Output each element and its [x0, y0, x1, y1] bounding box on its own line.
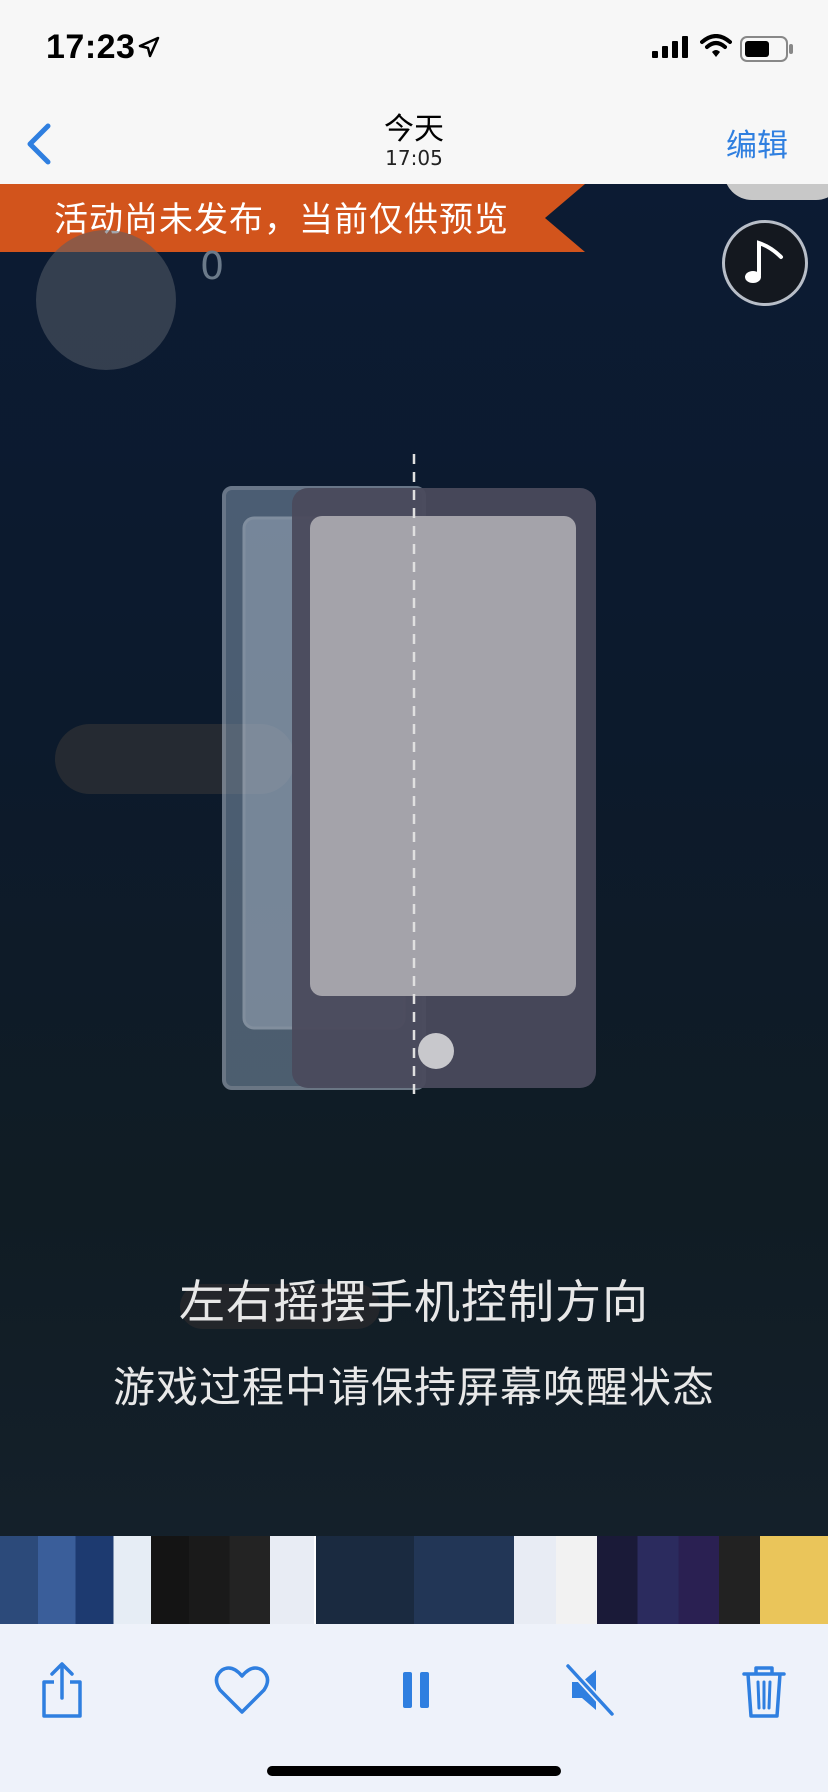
home-indicator[interactable] [267, 1766, 561, 1776]
wifi-icon [700, 34, 732, 57]
share-icon[interactable] [32, 1660, 92, 1720]
video-filmstrip-scrubber[interactable] [0, 1536, 828, 1624]
nav-subtitle: 17:05 [385, 146, 443, 170]
tilt-phone-illustration [222, 454, 596, 1094]
sound-toggle-partial[interactable] [724, 184, 828, 200]
filmstrip-thumbnail [556, 1536, 828, 1624]
instruction-primary: 左右摇摆手机控制方向 [179, 1275, 649, 1329]
instruction-secondary: 游戏过程中请保持屏幕唤醒状态 [112, 1363, 715, 1412]
music-toggle-button[interactable] [722, 220, 808, 306]
filmstrip-thumbnail [414, 1536, 514, 1624]
status-time: 17:23 [46, 28, 136, 66]
location-arrow-icon [138, 36, 160, 58]
player-avatar [36, 230, 176, 370]
trash-icon[interactable] [734, 1660, 794, 1720]
game-preview[interactable]: 活动尚未发布，当前仅供预览 0 左右摇摆手机控制方向 游戏过程中请保持屏幕唤醒状… [0, 184, 828, 1536]
edit-button[interactable]: 编辑 [726, 120, 788, 165]
music-note-icon [745, 240, 783, 283]
filmstrip-thumbnail [0, 1536, 270, 1624]
pause-icon[interactable] [386, 1660, 446, 1720]
mute-icon[interactable] [560, 1660, 620, 1720]
battery-icon [740, 36, 793, 62]
navigation-bar: 今天 17:05 编辑 [0, 96, 828, 184]
score-digit: 0 [200, 244, 225, 288]
nav-title: 今天 [384, 112, 444, 147]
heart-icon[interactable] [212, 1660, 272, 1720]
filmstrip-thumbnail [314, 1536, 416, 1624]
cellular-signal-icon [652, 36, 688, 58]
status-bar: 17:23 [0, 0, 828, 96]
